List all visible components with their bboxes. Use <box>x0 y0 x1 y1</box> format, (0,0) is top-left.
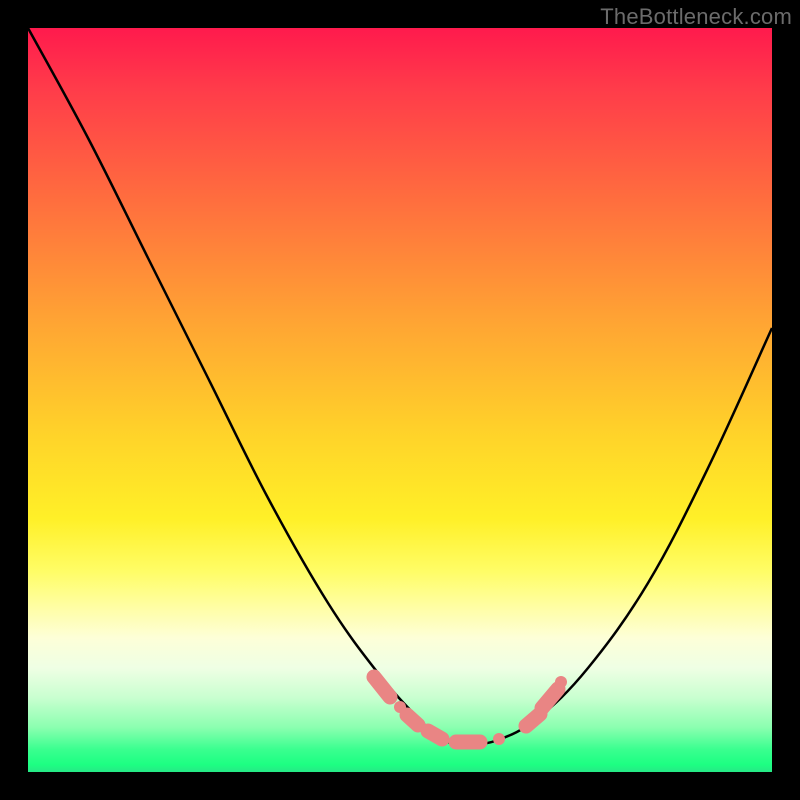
marker-dot <box>493 733 505 745</box>
curve-markers <box>374 676 567 745</box>
marker-capsule <box>374 677 390 697</box>
watermark-text: TheBottleneck.com <box>600 4 792 30</box>
marker-capsule <box>407 715 418 725</box>
marker-capsule <box>428 731 442 739</box>
bottleneck-curve-svg <box>28 28 772 772</box>
marker-capsule <box>526 714 540 726</box>
marker-dot <box>555 676 567 688</box>
chart-area <box>28 28 772 772</box>
marker-dot <box>394 701 406 713</box>
marker-capsule <box>542 689 558 708</box>
bottleneck-curve <box>28 28 772 744</box>
